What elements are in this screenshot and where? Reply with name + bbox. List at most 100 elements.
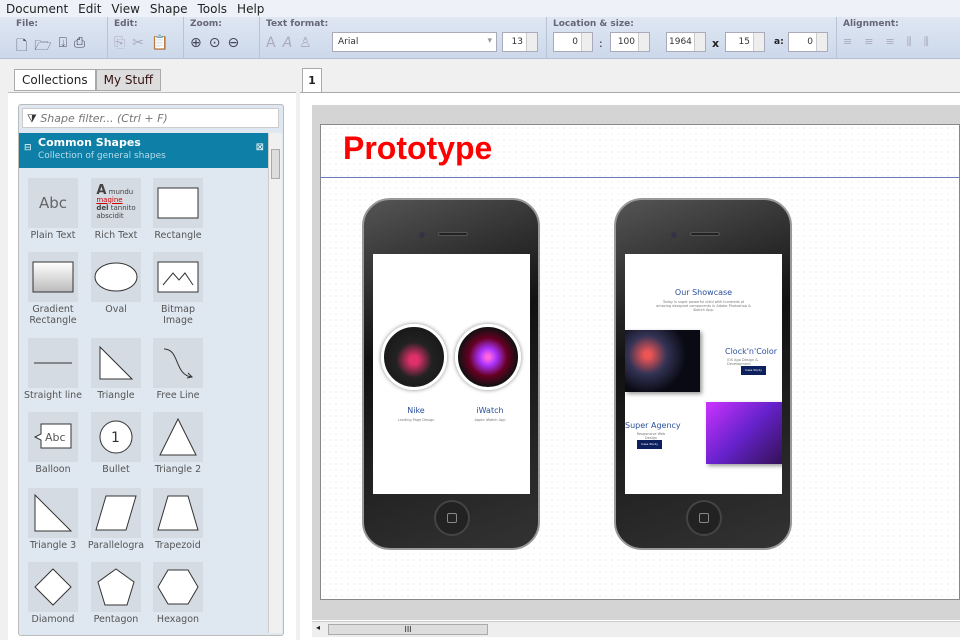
menu-document[interactable]: Document xyxy=(6,2,68,16)
shape-balloon[interactable]: Abc Balloon xyxy=(22,412,84,475)
phone-screen-2: Our Showcase Today is super powerful chi… xyxy=(625,254,782,494)
height-spinner[interactable] xyxy=(753,33,764,51)
zoom-in-icon[interactable]: ⊕ xyxy=(190,35,202,51)
y-spinner[interactable] xyxy=(638,33,649,51)
x-spinner[interactable] xyxy=(581,33,592,51)
italic-icon[interactable]: A xyxy=(283,35,293,51)
new-icon[interactable]: 🗋 xyxy=(16,35,27,59)
location-size-label: Location & size: xyxy=(553,19,634,29)
shape-label: Hexagon xyxy=(156,614,200,625)
iwatch-image xyxy=(455,324,521,390)
shape-straight-line[interactable]: Straight line xyxy=(22,338,84,401)
paste-icon[interactable]: 📋 xyxy=(151,35,168,51)
shape-filter-input[interactable]: ⧩ Shape filter... (Ctrl + F) xyxy=(22,108,279,128)
width-value: 1964 xyxy=(669,37,692,47)
tab-my-stuff[interactable]: My Stuff xyxy=(95,69,162,91)
y-input[interactable]: 100 xyxy=(610,32,650,52)
triangle-3-icon xyxy=(28,488,78,538)
shape-triangle[interactable]: Triangle xyxy=(85,338,147,401)
copy-icon[interactable]: ⎘ xyxy=(114,35,125,51)
zoom-reset-icon[interactable]: ⊙ xyxy=(209,35,221,51)
horizontal-scrollbar[interactable]: ◂ III xyxy=(312,621,960,637)
clockncolor-sub: iOS App Design & Development xyxy=(727,358,758,366)
menu-help[interactable]: Help xyxy=(237,2,264,16)
shape-triangle-2[interactable]: Triangle 2 xyxy=(147,412,209,475)
case-study-button-1[interactable]: Case Study xyxy=(741,366,766,375)
shape-free-line[interactable]: Free Line xyxy=(147,338,209,401)
angle-label: a: xyxy=(774,37,784,47)
vertical-scrollbar[interactable] xyxy=(268,133,282,633)
shape-bitmap-image[interactable]: Bitmap Image xyxy=(147,252,209,326)
menu-edit[interactable]: Edit xyxy=(78,2,101,16)
scroll-thumb[interactable] xyxy=(271,149,280,179)
width-input[interactable]: 1964 xyxy=(666,32,706,52)
scroll-left-icon[interactable]: ◂ xyxy=(316,623,320,632)
shape-pentagon[interactable]: Pentagon xyxy=(85,562,147,625)
menu-view[interactable]: View xyxy=(111,2,139,16)
edit-group: Edit: ⎘ ✂ 📋 xyxy=(108,17,184,59)
laptop-image xyxy=(706,402,782,464)
font-size-spinner[interactable] xyxy=(526,33,537,51)
close-icon[interactable]: ⊠ xyxy=(256,142,264,153)
separator-label: : xyxy=(599,37,603,50)
shape-rectangle[interactable]: Rectangle xyxy=(147,178,209,241)
shape-plain-text[interactable]: Abc Plain Text xyxy=(22,178,84,241)
case-study-button-2[interactable]: Case Study xyxy=(637,440,662,449)
nike-image xyxy=(381,324,447,390)
menu-tools[interactable]: Tools xyxy=(197,2,227,16)
align-center-icon[interactable]: ≡ xyxy=(864,35,873,49)
print-icon[interactable]: ⎙ xyxy=(74,35,85,59)
align-right-icon[interactable]: ≡ xyxy=(885,35,894,49)
shape-label: Balloon xyxy=(35,464,71,475)
angle-input[interactable]: 0 xyxy=(788,32,828,52)
text-format-group: Text format: A A ♙ Arial ▾ 13 xyxy=(260,17,547,59)
title-divider-line[interactable] xyxy=(320,177,960,178)
shape-rich-text[interactable]: A mundu magine del tannito abscidit Rich Tex… xyxy=(85,178,147,241)
align-left-icon[interactable]: ≡ xyxy=(843,35,852,49)
font-select[interactable]: Arial ▾ xyxy=(332,32,497,52)
text-format-label: Text format: xyxy=(266,19,329,29)
shape-diamond[interactable]: Diamond xyxy=(22,562,84,625)
x-input[interactable]: 0 xyxy=(553,32,593,52)
align-middle-icon[interactable]: ⫼ xyxy=(924,35,929,49)
shape-label: Oval xyxy=(105,304,127,315)
shape-parallelogra[interactable]: Parallelogra xyxy=(85,488,147,551)
bold-icon[interactable]: A xyxy=(266,35,276,51)
file-label: File: xyxy=(16,19,39,29)
shape-bullet[interactable]: 1 Bullet xyxy=(85,412,147,475)
save-icon[interactable]: ⍗ xyxy=(59,35,67,59)
shape-trapezoid[interactable]: Trapezoid xyxy=(147,488,209,551)
shape-hexagon[interactable]: Hexagon xyxy=(147,562,209,625)
shape-gradient-rectangle[interactable]: Gradient Rectangle xyxy=(22,252,84,326)
shape-triangle-3[interactable]: Triangle 3 xyxy=(22,488,84,551)
width-spinner[interactable] xyxy=(694,33,705,51)
iwatch-label: iWatch xyxy=(476,406,504,415)
height-input[interactable]: 15 xyxy=(725,32,765,52)
clockncolor-label: Clock'n'Color xyxy=(725,347,778,356)
zoom-group: Zoom: ⊕ ⊙ ⊖ xyxy=(184,17,260,59)
triangle-2-icon xyxy=(153,412,203,462)
phone-screen-1: Nike Landing Page Design iWatch Apple iW… xyxy=(373,254,530,494)
rich-glyph-2: magine xyxy=(96,195,123,204)
cut-icon[interactable]: ✂ xyxy=(132,35,144,51)
collapse-icon[interactable]: ⊟ xyxy=(24,143,32,153)
collection-header[interactable]: ⊟ Common Shapes Collection of general sh… xyxy=(19,133,268,168)
phone-mockup-1[interactable]: Nike Landing Page Design iWatch Apple iW… xyxy=(362,198,540,550)
angle-spinner[interactable] xyxy=(816,33,827,51)
align-top-icon[interactable]: ⫼ xyxy=(907,35,912,49)
document-tab[interactable]: 1 xyxy=(302,68,322,92)
zoom-out-icon[interactable]: ⊖ xyxy=(227,35,239,51)
scroll-grip: III xyxy=(404,625,412,634)
open-icon[interactable]: 🗁 xyxy=(34,35,51,59)
font-size-input[interactable]: 13 xyxy=(502,32,538,52)
menu-shape[interactable]: Shape xyxy=(150,2,188,16)
tab-collections[interactable]: Collections xyxy=(14,69,96,91)
brush-icon[interactable]: ♙ xyxy=(299,35,312,51)
phone-mockup-2[interactable]: Our Showcase Today is super powerful chi… xyxy=(614,198,792,550)
scroll-thumb[interactable]: III xyxy=(328,624,488,635)
sidebar-tabs: Collections My Stuff xyxy=(14,69,162,91)
gradient-rectangle-icon xyxy=(28,252,78,302)
rich-glyph-3: del xyxy=(96,203,109,212)
prototype-title[interactable]: Prototype xyxy=(343,130,492,167)
shape-oval[interactable]: Oval xyxy=(85,252,147,315)
